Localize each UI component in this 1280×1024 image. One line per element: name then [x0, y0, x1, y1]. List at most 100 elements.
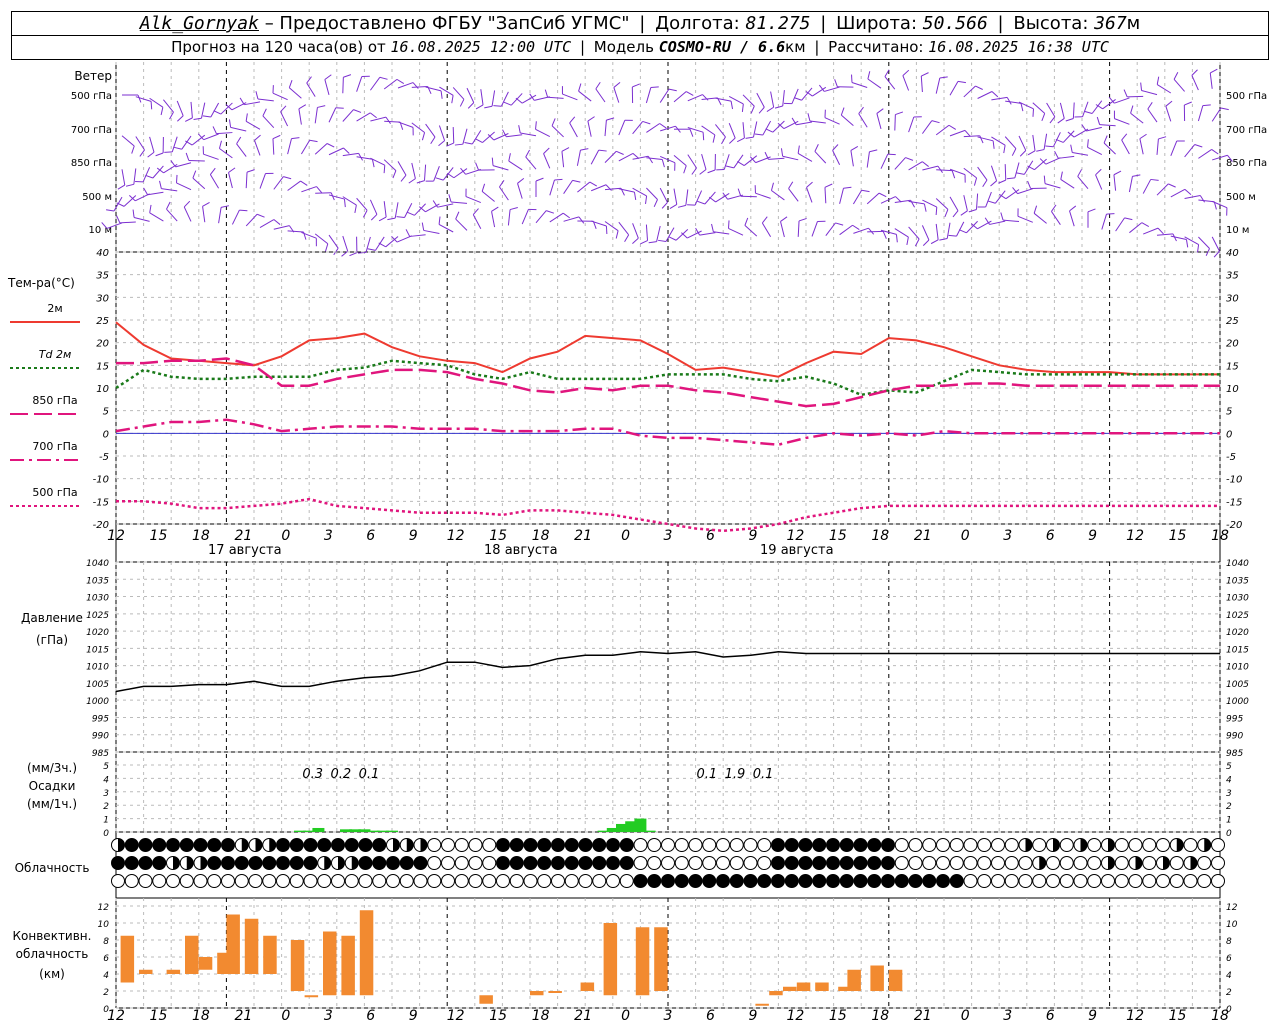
- temp-tick-label-right: 0: [1226, 429, 1232, 440]
- convective-bar: [815, 982, 829, 991]
- convective-bar: [654, 927, 668, 991]
- temp-tick-label-right: -5: [1226, 452, 1236, 463]
- wind-barb: [166, 201, 178, 222]
- wind-barb: [659, 187, 668, 209]
- wind-barb: [491, 157, 509, 171]
- wind-barb: [737, 188, 757, 198]
- cloud-symbol: [688, 874, 703, 888]
- cloud-symbol: [1046, 856, 1060, 870]
- cloud-symbol: [1032, 856, 1047, 870]
- wind-barb: [484, 90, 496, 109]
- cloud-symbol: [193, 856, 208, 870]
- wind-barb: [561, 86, 578, 101]
- wind-level-label: 500 м: [82, 192, 112, 203]
- cloud-symbol: [221, 856, 235, 870]
- cloud-symbol: [1197, 856, 1212, 870]
- convective-bar: [139, 969, 153, 974]
- wind-barb: [646, 187, 658, 207]
- wind-barb: [1070, 144, 1089, 156]
- wind-barb: [908, 226, 920, 247]
- cloud-symbol: [743, 838, 758, 852]
- cloud-symbol: [702, 838, 717, 852]
- temp-tick-label: 25: [96, 316, 109, 327]
- cloud-symbol: [344, 856, 359, 870]
- cloud-symbol: [908, 856, 923, 870]
- cloud-symbol: [386, 856, 400, 870]
- x-tick-label: 12: [1126, 1008, 1144, 1024]
- wind-barb: [448, 194, 468, 204]
- cloud-symbol: [138, 856, 153, 870]
- wind-barb: [387, 202, 399, 221]
- wind-barb: [632, 155, 653, 164]
- wind-barb: [687, 94, 709, 102]
- cloud-symbol: [949, 856, 964, 870]
- wind-barb: [491, 206, 499, 228]
- pressure-tick-label: 1025: [86, 611, 109, 621]
- cloud-symbol: [1018, 838, 1033, 852]
- wind-barb: [894, 157, 914, 170]
- cloud-symbol: [729, 856, 744, 870]
- wind-barb: [116, 215, 136, 224]
- wind-barb: [543, 147, 551, 169]
- cloud-symbol: [523, 874, 538, 888]
- wind-barb: [218, 205, 230, 224]
- cloud-symbol: [963, 838, 978, 852]
- cloud-symbol: [496, 856, 510, 870]
- wind-barb: [391, 235, 412, 243]
- cloud-symbol: [922, 874, 937, 888]
- cloud-symbol: [619, 838, 634, 852]
- x-tick-label: 0: [961, 528, 970, 544]
- wind-barb: [939, 222, 951, 241]
- cloud-symbol: [413, 838, 428, 852]
- precip-total-label: 1.9: [725, 767, 746, 782]
- cloud-symbol: [372, 838, 387, 852]
- cloud-symbol: [894, 856, 909, 870]
- cloud-symbol: [853, 856, 868, 870]
- cloud-symbol: [111, 874, 125, 888]
- wind-barb: [397, 161, 407, 182]
- wind-barb: [699, 153, 707, 175]
- wind-barb: [272, 134, 281, 155]
- wind-title: Ветер: [74, 69, 112, 83]
- convective-bar: [244, 918, 259, 974]
- cloud-symbol: [633, 838, 648, 852]
- cloud-symbol: [716, 874, 730, 888]
- wind-barb: [272, 85, 288, 101]
- cloud-symbol: [1032, 874, 1047, 888]
- cloud-symbol: [674, 874, 689, 888]
- wind-barb: [908, 116, 922, 133]
- cloud-symbol: [1169, 856, 1184, 870]
- wind-barb: [145, 165, 164, 179]
- wind-barb: [155, 136, 164, 157]
- cloud-symbol: [468, 856, 483, 870]
- x-tick-label: 9: [748, 1008, 757, 1024]
- wind-barb: [121, 135, 135, 154]
- cloud-symbol: [936, 856, 950, 870]
- cloud-symbol: [1114, 856, 1129, 870]
- wind-barb: [228, 167, 236, 189]
- wind-barb: [1017, 208, 1033, 223]
- cloud-symbol: [578, 856, 593, 870]
- wind-barb: [640, 224, 649, 245]
- wind-barb: [1197, 104, 1211, 122]
- wind-barb: [245, 169, 255, 189]
- cloud-symbol: [193, 838, 208, 852]
- temp-tick-label-right: -15: [1226, 497, 1242, 508]
- cloud-symbol: [812, 874, 827, 888]
- wind-barb: [517, 177, 525, 199]
- precip-bar: [312, 827, 325, 832]
- cloud-symbol: [111, 838, 125, 852]
- wind-barb: [1115, 217, 1133, 232]
- wind-barb: [315, 192, 335, 201]
- x-tick-label: 18: [871, 1008, 889, 1024]
- wind-barb: [977, 191, 992, 208]
- cloud-symbol: [743, 856, 758, 870]
- wind-barb: [549, 178, 563, 196]
- x-tick-label: 3: [664, 528, 673, 544]
- wind-barb: [1165, 100, 1173, 122]
- wind-barb: [507, 206, 518, 226]
- x-tick-label: 9: [409, 528, 418, 544]
- cloud-symbol: [798, 874, 813, 888]
- pressure-tick-label: 1010: [86, 663, 109, 673]
- precip-tick-label: 1: [103, 816, 109, 826]
